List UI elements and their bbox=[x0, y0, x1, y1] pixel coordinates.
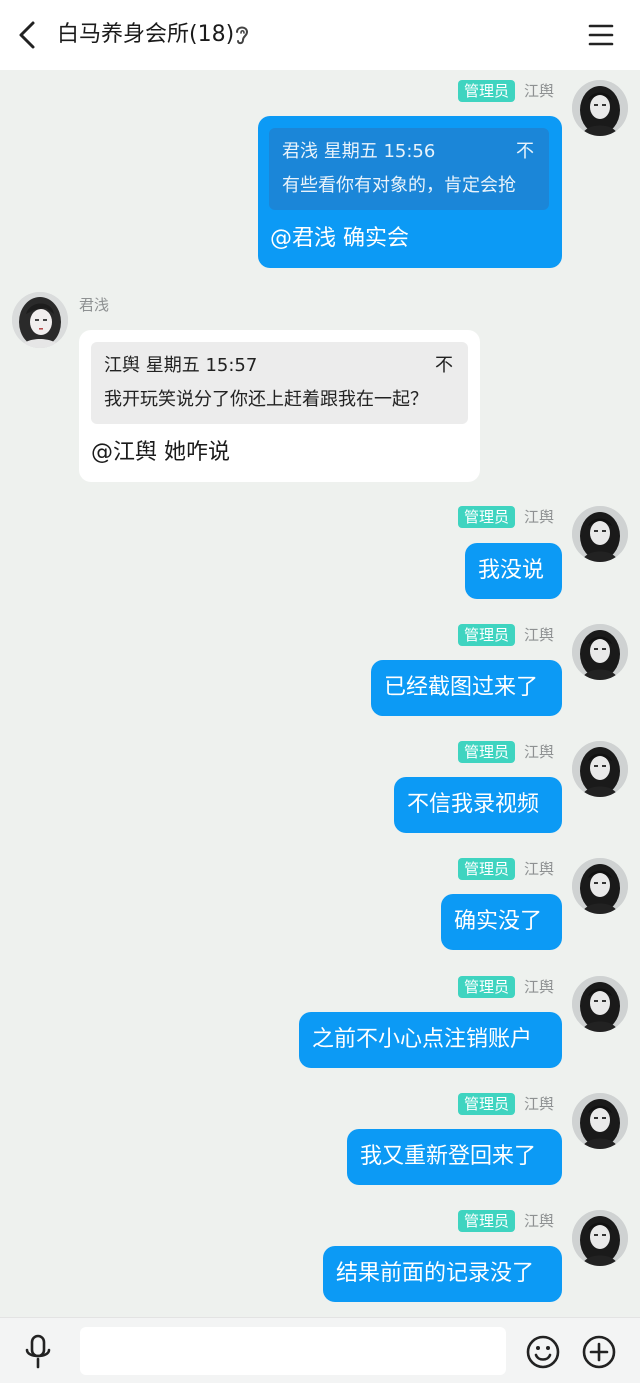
message-bubble[interactable]: 江舆 星期五 15:57 不 我开玩笑说分了你还上赶着跟我在一起？ @江舆 她咋… bbox=[79, 330, 480, 482]
chat-header: 白马养身会所(18) bbox=[0, 0, 640, 70]
quote-author-time: 江舆 星期五 15:57 bbox=[104, 355, 258, 376]
avatar[interactable] bbox=[12, 292, 68, 348]
admin-badge: 管理员 bbox=[458, 624, 516, 646]
sender-name[interactable]: 江舆 bbox=[524, 1093, 554, 1115]
microphone-icon[interactable] bbox=[22, 1334, 54, 1370]
chevron-left-icon[interactable] bbox=[14, 19, 44, 51]
quoted-message[interactable]: 君浅 星期五 15:56 不 有些看你有对象的，肯定会抢 bbox=[269, 128, 549, 210]
avatar[interactable] bbox=[572, 624, 628, 680]
quote-arrow-icon[interactable]: 不 bbox=[516, 140, 534, 164]
avatar[interactable] bbox=[572, 1093, 628, 1149]
message-bubble[interactable]: 我又重新登回来了 bbox=[347, 1129, 562, 1185]
chat-title[interactable]: 白马养身会所(18) bbox=[57, 20, 234, 50]
message-bubble[interactable]: 君浅 星期五 15:56 不 有些看你有对象的，肯定会抢 @君浅 确实会 bbox=[258, 116, 562, 268]
menu-icon[interactable] bbox=[588, 22, 614, 48]
ear-icon bbox=[236, 26, 249, 45]
admin-badge: 管理员 bbox=[458, 1093, 516, 1115]
avatar[interactable] bbox=[572, 741, 628, 797]
avatar[interactable] bbox=[572, 80, 628, 136]
quote-author-time: 君浅 星期五 15:56 bbox=[282, 141, 436, 162]
message-text: 不信我录视频 bbox=[407, 792, 540, 817]
quote-arrow-icon[interactable]: 不 bbox=[435, 354, 453, 378]
sender-name[interactable]: 江舆 bbox=[524, 506, 554, 528]
sender-name[interactable]: 江舆 bbox=[524, 976, 554, 998]
input-bar bbox=[0, 1317, 640, 1383]
message-bubble[interactable]: 已经截图过来了 bbox=[371, 660, 562, 716]
message-text: 确实没了 bbox=[454, 909, 543, 934]
message-bubble[interactable]: 我没说 bbox=[465, 543, 562, 599]
admin-badge: 管理员 bbox=[458, 1210, 516, 1232]
message-input[interactable] bbox=[80, 1327, 506, 1375]
message-text: 我没说 bbox=[478, 558, 545, 583]
message-text: @君浅 确实会 bbox=[270, 226, 409, 251]
admin-badge: 管理员 bbox=[458, 80, 516, 102]
admin-badge: 管理员 bbox=[458, 976, 516, 998]
avatar[interactable] bbox=[572, 976, 628, 1032]
quote-text: 有些看你有对象的，肯定会抢 bbox=[282, 175, 516, 196]
avatar[interactable] bbox=[572, 506, 628, 562]
sender-name[interactable]: 江舆 bbox=[524, 80, 554, 102]
sender-name[interactable]: 江舆 bbox=[524, 624, 554, 646]
avatar[interactable] bbox=[572, 1210, 628, 1266]
sender-name[interactable]: 江舆 bbox=[524, 858, 554, 880]
admin-badge: 管理员 bbox=[458, 506, 516, 528]
sender-name[interactable]: 君浅 bbox=[79, 294, 109, 316]
avatar[interactable] bbox=[572, 858, 628, 914]
message-text: 结果前面的记录没了 bbox=[336, 1261, 535, 1286]
message-text: 我又重新登回来了 bbox=[360, 1144, 537, 1169]
sender-name[interactable]: 江舆 bbox=[524, 741, 554, 763]
quoted-message[interactable]: 江舆 星期五 15:57 不 我开玩笑说分了你还上赶着跟我在一起？ bbox=[91, 342, 468, 424]
admin-badge: 管理员 bbox=[458, 741, 516, 763]
message-bubble[interactable]: 之前不小心点注销账户 bbox=[299, 1012, 562, 1068]
message-text: 已经截图过来了 bbox=[384, 675, 539, 700]
admin-badge: 管理员 bbox=[458, 858, 516, 880]
plus-icon[interactable] bbox=[582, 1335, 616, 1369]
message-text: 之前不小心点注销账户 bbox=[312, 1027, 533, 1052]
message-bubble[interactable]: 结果前面的记录没了 bbox=[323, 1246, 562, 1302]
emoji-icon[interactable] bbox=[526, 1335, 560, 1369]
message-bubble[interactable]: 不信我录视频 bbox=[394, 777, 562, 833]
message-text: @江舆 她咋说 bbox=[91, 440, 230, 465]
message-bubble[interactable]: 确实没了 bbox=[441, 894, 562, 950]
quote-text: 我开玩笑说分了你还上赶着跟我在一起？ bbox=[104, 389, 428, 410]
sender-name[interactable]: 江舆 bbox=[524, 1210, 554, 1232]
